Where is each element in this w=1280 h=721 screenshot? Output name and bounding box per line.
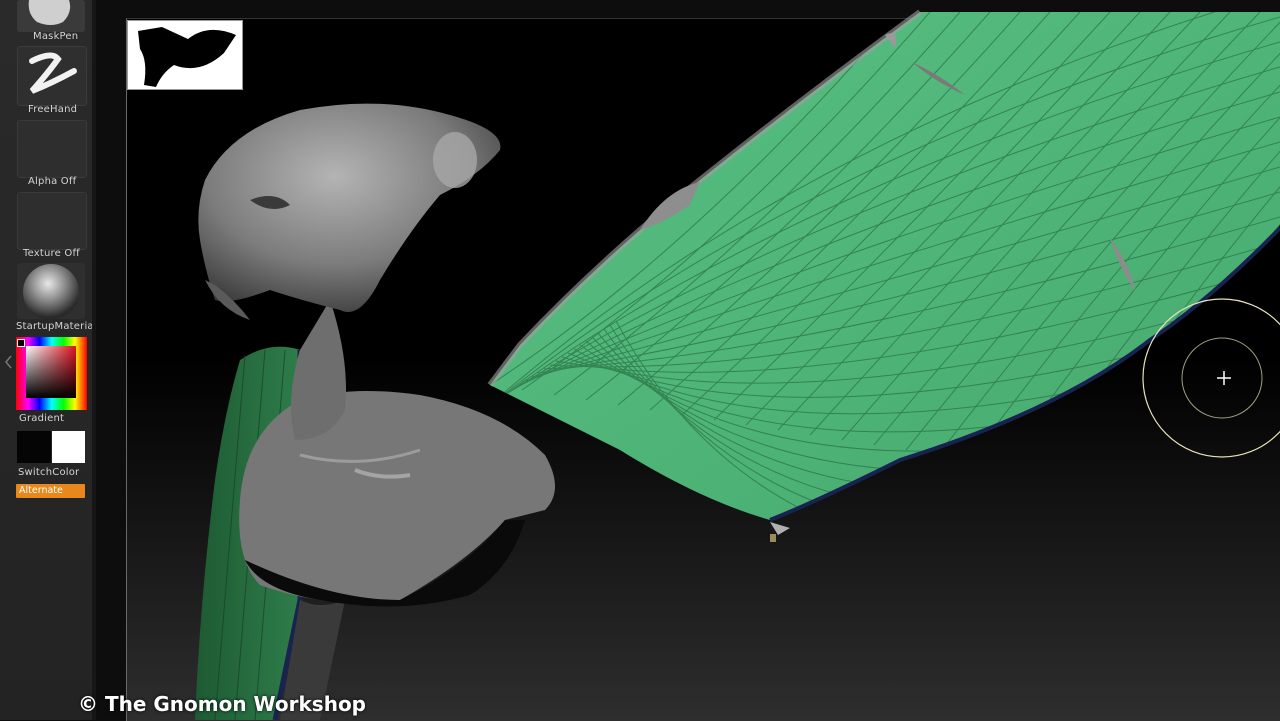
scene-render [195,9,1280,720]
crosshair-icon [1217,371,1231,385]
stroke-shape-icon [138,27,236,87]
watermark: © The Gnomon Workshop [78,692,366,716]
alpha-stroke-preview [127,20,243,90]
green-plane-mesh [487,9,1280,542]
